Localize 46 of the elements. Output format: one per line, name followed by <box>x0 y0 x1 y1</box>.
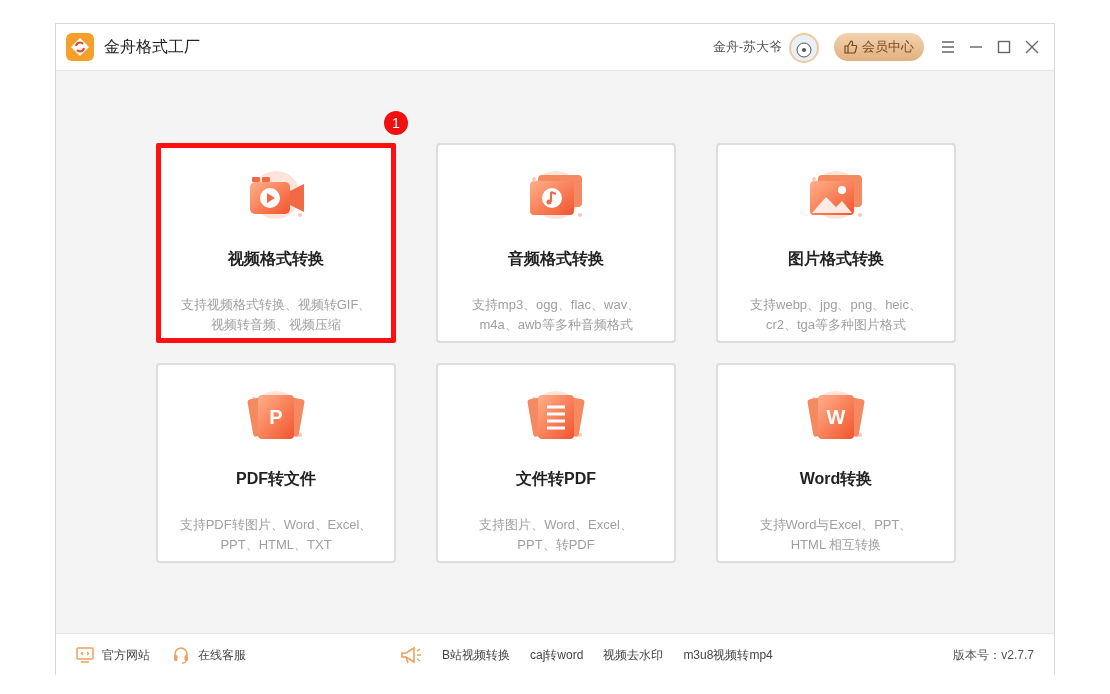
tool-card[interactable]: W Word转换 支持Word与Excel、PPT、 HTML 相互转换 <box>716 363 956 563</box>
avatar-icon[interactable] <box>788 31 820 63</box>
card-description: m4a、awb等多种音频格式 <box>479 316 633 334</box>
close-icon[interactable] <box>1024 39 1040 55</box>
tool-card[interactable]: P PDF转文件 支持PDF转图片、Word、Excel、 PPT、HTML、TXT <box>156 363 396 563</box>
card-title: 文件转PDF <box>516 469 596 489</box>
tool-card[interactable]: 文件转PDF 支持图片、Word、Excel、 PPT、转PDF <box>436 363 676 563</box>
card-description: 支持视频格式转换、视频转GIF、 <box>180 296 372 314</box>
icon-letter: W <box>826 407 846 427</box>
tool-card[interactable]: 音频格式转换 支持mp3、ogg、flac、wav、 m4a、awb等多种音频格式 <box>436 143 676 343</box>
version-label: 版本号：v2.7.7 <box>953 646 1034 664</box>
card-title: Word转换 <box>799 469 873 489</box>
card-title: 图片格式转换 <box>788 249 884 269</box>
card-title: PDF转文件 <box>236 469 316 489</box>
card-description: 支持mp3、ogg、flac、wav、 <box>471 296 641 314</box>
number-badge: 1 <box>384 111 408 135</box>
menu-icon[interactable] <box>940 39 956 55</box>
card-description: 支持图片、Word、Excel、 <box>479 516 633 534</box>
card-description: PPT、HTML、TXT <box>220 536 332 554</box>
promo-link[interactable]: 视频去水印 <box>603 646 664 664</box>
footer-link[interactable]: 在线客服 <box>198 646 246 664</box>
headset-icon <box>172 646 190 664</box>
vip-center-button[interactable]: 会员中心 <box>834 33 924 61</box>
tool-card[interactable]: 视频格式转换 支持视频格式转换、视频转GIF、 视频转音频、视频压缩 <box>156 143 396 343</box>
card-description: 支持PDF转图片、Word、Excel、 <box>179 516 373 534</box>
tool-card[interactable]: 图片格式转换 支持webp、jpg、png、heic、 cr2、tga等多种图片格式 <box>716 143 956 343</box>
card-description: PPT、转PDF <box>517 536 595 554</box>
card-description: 支持webp、jpg、png、heic、 <box>750 296 922 314</box>
maximize-icon[interactable] <box>996 39 1012 55</box>
footer-link[interactable]: 官方网站 <box>102 646 150 664</box>
card-description: HTML 相互转换 <box>790 536 882 554</box>
app-logo-icon <box>66 33 94 61</box>
user-name: 金舟-苏大爷 <box>712 38 782 56</box>
window-title: 金舟格式工厂 <box>104 36 201 57</box>
card-description: cr2、tga等多种图片格式 <box>765 316 907 334</box>
card-title: 视频格式转换 <box>228 249 324 269</box>
card-description: 视频转音频、视频压缩 <box>211 316 341 334</box>
promo-link[interactable]: caj转word <box>530 646 584 664</box>
promo-link[interactable]: B站视频转换 <box>442 646 510 664</box>
icon-letter: P <box>269 407 283 427</box>
card-description: 支持Word与Excel、PPT、 <box>759 516 913 534</box>
thumbs-up-icon <box>844 40 858 54</box>
promo-link[interactable]: m3u8视频转mp4 <box>683 646 773 664</box>
monitor-icon <box>76 647 94 663</box>
card-title: 音频格式转换 <box>508 249 604 269</box>
megaphone-icon <box>400 645 422 665</box>
